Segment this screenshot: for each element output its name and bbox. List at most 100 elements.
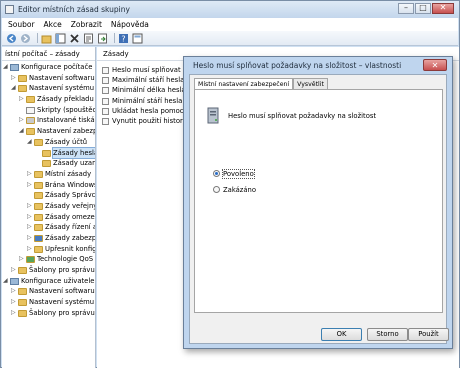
tab-explain[interactable]: Vysvětlit — [293, 78, 328, 89]
tree-item[interactable]: ▷ Zásady veřejných — [2, 201, 95, 212]
delete-icon[interactable] — [69, 33, 80, 44]
tree-item[interactable]: Zásady uzam — [2, 158, 95, 169]
toolbar: ? — [2, 31, 458, 46]
tree-item[interactable]: ▷ Nastavení systému Wind — [2, 297, 95, 308]
script-icon — [26, 106, 35, 114]
apply-button[interactable]: Použít — [408, 328, 449, 341]
help-icon[interactable]: ? — [118, 33, 129, 44]
radio-enabled[interactable]: Povoleno — [213, 169, 255, 179]
tree-item[interactable]: ◢ Nastavení systému Wind — [2, 83, 95, 94]
expand-arrow-icon[interactable]: ▷ — [27, 222, 32, 233]
properties-dialog: Heslo musí splňovat požadavky na složito… — [183, 56, 453, 349]
up-folder-icon[interactable] — [41, 33, 52, 44]
tree-item[interactable]: ◢ Nastavení zabezpeč — [2, 126, 95, 137]
tree-item-label: Konfigurace uživatele — [21, 276, 95, 285]
collapse-arrow-icon[interactable]: ◢ — [3, 62, 8, 73]
tree-item-label: Technologie QoS sp — [37, 255, 95, 264]
tree-pane[interactable]: ístní počítač – zásady ◢ Konfigurace počí… — [2, 47, 96, 368]
minimize-button[interactable]: – — [398, 3, 414, 14]
collapse-arrow-icon[interactable]: ◢ — [11, 83, 16, 94]
tree-item-label: Nastavení systému Wind — [29, 298, 95, 307]
tree-item[interactable]: ▷ Instalované tiskárny — [2, 115, 95, 126]
tree-item-label: Konfigurace počítače — [21, 63, 93, 71]
expand-arrow-icon[interactable]: ▷ — [11, 286, 16, 297]
menu-help[interactable]: Nápověda — [111, 20, 149, 29]
tree-item-label: Místní zásady — [45, 169, 92, 178]
expand-arrow-icon[interactable]: ▷ — [11, 73, 16, 84]
close-button[interactable]: ✕ — [432, 3, 454, 14]
folder-icon — [34, 138, 43, 146]
radio-disabled-label: Zakázáno — [223, 186, 257, 194]
tree-item-label: Skripty (spouštěcí ne — [37, 105, 96, 114]
title-bar: Editor místních zásad skupiny – □ ✕ — [1, 1, 459, 18]
collapse-arrow-icon[interactable]: ◢ — [3, 276, 8, 287]
folder-icon — [18, 267, 27, 275]
tree-item[interactable]: ▷ Zásady zabezpeč — [2, 233, 95, 244]
tree-item-label: Instalované tiskárny — [37, 116, 95, 125]
ok-button[interactable]: OK — [321, 328, 362, 341]
tree-item[interactable]: ▷ Zásady řízení apl — [2, 222, 95, 233]
tree-item[interactable]: ▷ Nastavení softwaru — [2, 73, 95, 84]
tab-panel: Heslo musí splňovat požadavky na složito… — [194, 89, 443, 313]
export-list-icon[interactable] — [97, 33, 108, 44]
expand-arrow-icon[interactable]: ▷ — [19, 94, 24, 105]
radio-disabled-indicator — [213, 186, 220, 193]
printer-icon — [26, 117, 35, 125]
tree-item[interactable]: ◢ Konfigurace uživatele — [2, 276, 95, 287]
radio-enabled-label: Povoleno — [222, 169, 255, 179]
back-icon[interactable] — [6, 33, 17, 44]
tree-item-label: Zásady Správce s — [45, 191, 96, 200]
collapse-arrow-icon[interactable]: ◢ — [27, 137, 32, 148]
expand-arrow-icon[interactable]: ▷ — [19, 254, 24, 265]
cancel-button[interactable]: Storno — [367, 328, 408, 341]
dialog-title: Heslo musí splňovat požadavky na složito… — [193, 61, 402, 70]
show-hide-tree-icon[interactable] — [55, 33, 66, 44]
tree-item[interactable]: ▷ Brána Windows I — [2, 180, 95, 191]
expand-arrow-icon[interactable]: ▷ — [27, 212, 32, 223]
expand-arrow-icon[interactable]: ▷ — [11, 308, 16, 319]
collapse-arrow-icon[interactable]: ◢ — [19, 126, 24, 137]
menu-file[interactable]: Soubor — [8, 20, 35, 29]
tree-item[interactable]: ▷ Šablony pro správu — [2, 308, 95, 319]
tree-item-label: Šablony pro správu — [29, 308, 95, 317]
dialog-close-button[interactable]: ✕ — [423, 59, 447, 71]
menu-view[interactable]: Zobrazit — [71, 20, 102, 29]
maximize-button[interactable]: □ — [415, 3, 431, 14]
tree-item[interactable]: Zásady hesla — [2, 146, 95, 160]
tree-item[interactable]: ▷ Zásady překladu IP a — [2, 94, 95, 105]
dialog-body: Místní nastavení zabezpečení Vysvětlit H… — [189, 74, 447, 344]
tree-item[interactable]: ▷ Místní zásady — [2, 169, 95, 180]
forward-icon[interactable] — [20, 33, 31, 44]
tree-item[interactable]: Skripty (spouštěcí ne — [2, 105, 95, 116]
folder-icon — [34, 181, 43, 189]
radio-disabled[interactable]: Zakázáno — [213, 186, 256, 194]
tree-item[interactable]: ▷ Zásady omezení — [2, 212, 95, 223]
folder-icon — [18, 309, 27, 317]
expand-arrow-icon[interactable]: ▷ — [27, 169, 32, 180]
window-title: Editor místních zásad skupiny — [18, 5, 130, 14]
tree-item-label: Zásady hesla — [51, 146, 95, 160]
tree-item[interactable]: Zásady Správce s — [2, 190, 95, 201]
expand-arrow-icon[interactable]: ▷ — [27, 201, 32, 212]
expand-arrow-icon[interactable]: ▷ — [27, 180, 32, 191]
expand-arrow-icon[interactable]: ▷ — [27, 244, 32, 255]
tree-item[interactable]: ◢ Zásady účtů — [2, 137, 95, 148]
tree-header: ístní počítač – zásady — [2, 47, 95, 61]
tree-item[interactable]: ▷ Technologie QoS sp — [2, 254, 95, 265]
policy-setting-icon — [102, 67, 109, 74]
expand-arrow-icon[interactable]: ▷ — [11, 297, 16, 308]
expand-arrow-icon[interactable]: ▷ — [11, 265, 16, 276]
folder-icon — [34, 224, 43, 232]
view-icon[interactable] — [132, 33, 143, 44]
tree-item[interactable]: ◢ Konfigurace počítače — [2, 62, 95, 73]
tree-item[interactable]: ▷ Šablony pro správu — [2, 265, 95, 276]
expand-arrow-icon[interactable]: ▷ — [19, 115, 24, 126]
tree-item[interactable]: ▷ Upřesnit konfigu — [2, 244, 95, 255]
folder-icon — [34, 170, 43, 178]
tree-item-label: Nastavení softwaru — [29, 287, 95, 296]
menu-action[interactable]: Akce — [44, 20, 62, 29]
policy-list-label: Minimální stáří hesla — [112, 96, 183, 105]
expand-arrow-icon[interactable]: ▷ — [27, 233, 32, 244]
tree-item[interactable]: ▷ Nastavení softwaru — [2, 286, 95, 297]
properties-icon[interactable] — [83, 33, 94, 44]
